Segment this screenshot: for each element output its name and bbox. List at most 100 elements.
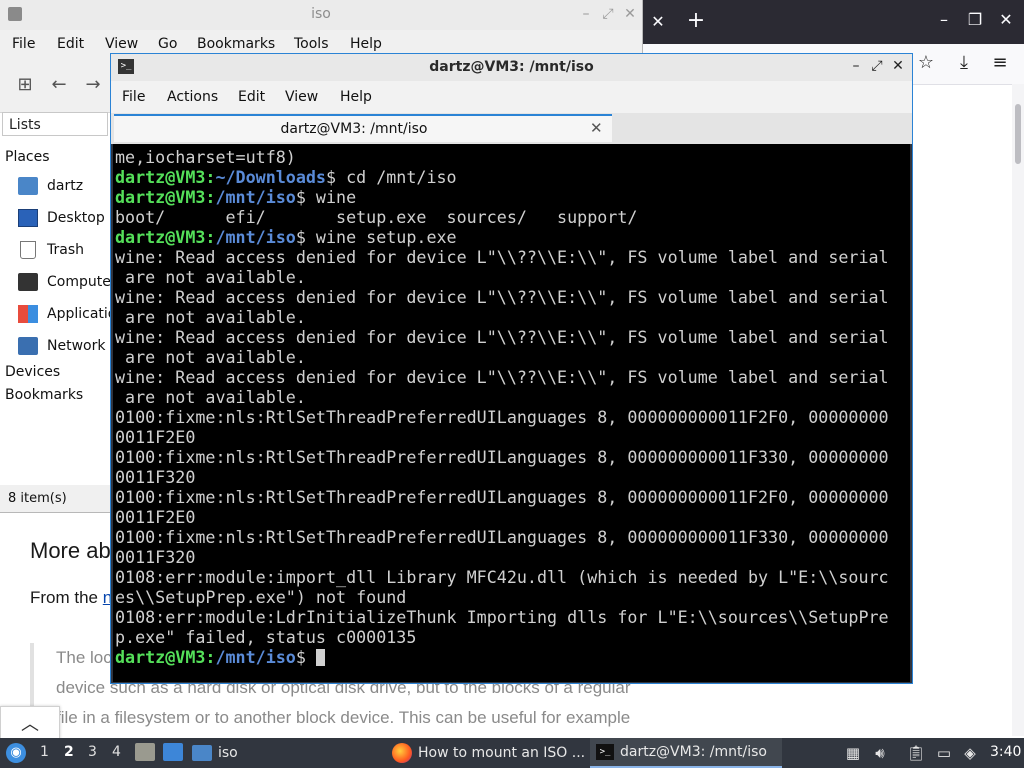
status-bar-text: 8 item(s) [8,491,67,506]
taskbar-task-iso[interactable]: iso [192,738,382,768]
terminal-title: dartz@VM3: /mnt/iso [429,59,594,75]
prompt-command: $ [295,647,316,667]
forward-arrow-icon[interactable]: → [82,74,104,95]
terminal-output-line: 0011F320 [115,547,196,567]
close-icon[interactable]: ✕ [648,12,668,31]
menu-edit[interactable]: Edit [57,36,84,52]
sidebar-item-trash[interactable]: Trash [18,238,84,262]
sidebar-item-desktop[interactable]: Desktop [18,206,105,230]
plus-icon[interactable]: + [684,8,708,33]
menu-actions[interactable]: Actions [167,89,218,105]
file-manager-titlebar[interactable]: iso – ⤢ ✕ [0,0,642,30]
task-label: How to mount an ISO ... [418,745,586,761]
sidebar-item-label: Applicatio [47,306,117,322]
new-window-icon[interactable]: ⊞ [14,74,36,95]
sidebar-item-label: Trash [47,242,84,258]
minimize-icon[interactable]: – [578,6,594,22]
terminal-prompt-line: dartz@VM3:~/Downloads$ cd /mnt/iso [115,167,457,187]
scrollbar-thumb[interactable] [1015,104,1021,164]
terminal-window: >_ dartz@VM3: /mnt/iso – ⤢ ✕ File Action… [110,53,913,684]
clock[interactable]: 3:40 [990,744,1021,760]
close-icon[interactable]: ✕ [590,119,603,137]
sidebar-item-network[interactable]: Network [18,334,105,358]
back-arrow-icon[interactable]: ← [48,74,70,95]
menu-view[interactable]: View [285,89,318,105]
updates-icon[interactable]: ◈ [960,744,980,762]
terminal-prompt-line: dartz@VM3:/mnt/iso$ [115,647,325,667]
menu-help[interactable]: Help [350,36,382,52]
scroll-to-top-button[interactable]: ︿ [0,706,60,740]
menu-file[interactable]: File [12,36,35,52]
trash-icon [20,241,36,259]
maximize-icon[interactable]: ⤢ [600,6,616,22]
minimize-icon[interactable]: – [847,58,865,74]
terminal-output-line: 0100:fixme:nls:RtlSetThreadPreferredUILa… [115,487,889,507]
file-manager-launcher-icon[interactable] [135,743,155,761]
menu-view[interactable]: View [105,36,138,52]
terminal-output-line: 0100:fixme:nls:RtlSetThreadPreferredUILa… [115,407,889,427]
terminal-output-line: wine: Read access denied for device L"\\… [115,327,889,347]
minimize-icon[interactable]: – [932,10,956,29]
quote-line: The loc [56,648,112,667]
maximize-icon[interactable]: ⤢ [868,58,886,74]
terminal-output-line: es\\SetupPrep.exe") not found [115,587,407,607]
sidebar-item-computer[interactable]: Compute [18,270,111,294]
terminal-prompt-line: dartz@VM3:/mnt/iso$ wine [115,187,356,207]
desktop-launcher-icon[interactable] [163,743,183,761]
workspace-4[interactable]: 4 [112,744,121,760]
prompt-separator: : [205,647,216,667]
file-manager-title: iso [311,6,331,22]
workspace-3[interactable]: 3 [88,744,97,760]
download-icon[interactable]: ⤓ [952,52,976,73]
close-icon[interactable]: ✕ [994,10,1018,29]
text-cursor [315,649,325,666]
quote-line: file in a filesystem or to another block… [56,708,631,727]
task-label: dartz@VM3: /mnt/iso [620,744,767,760]
taskbar-task-terminal[interactable]: >_ dartz@VM3: /mnt/iso [590,738,782,768]
computer-icon [18,273,38,291]
terminal-tab[interactable]: dartz@VM3: /mnt/iso ✕ [114,114,612,142]
terminal-output-line: wine: Read access denied for device L"\\… [115,247,889,267]
menu-tools[interactable]: Tools [294,36,329,52]
prompt-path: /mnt/iso [215,227,296,247]
menu-icon[interactable]: ≡ [988,52,1012,73]
sidebar-item-applications[interactable]: Applicatio [18,302,116,326]
trash-tray-icon[interactable]: ▦ [843,744,863,762]
desktop-icon [18,209,38,227]
network-icon [18,337,38,355]
home-folder-icon [18,177,38,195]
close-icon[interactable]: ✕ [889,58,907,74]
clipboard-icon[interactable]: 📋︎ [906,744,926,762]
workspace-2[interactable]: 2 [64,744,74,760]
terminal-output-line: are not available. [115,387,306,407]
terminal-titlebar[interactable]: >_ dartz@VM3: /mnt/iso – ⤢ ✕ [111,54,912,81]
page-scrollbar[interactable] [1012,84,1024,736]
terminal-output-line: wine: Read access denied for device L"\\… [115,367,889,387]
menu-help[interactable]: Help [340,89,372,105]
terminal-output[interactable]: me,iocharset=utf8) dartz@VM3:~/Downloads… [113,144,910,682]
sidebar-section-places: Places [5,149,50,165]
sidebar-mode-select[interactable]: Lists [2,112,108,136]
start-menu-icon[interactable]: ◉ [6,743,26,763]
prompt-separator: : [205,187,216,207]
volume-icon[interactable]: 🔊︎ [870,744,890,762]
menu-go[interactable]: Go [158,36,177,52]
menu-bookmarks[interactable]: Bookmarks [197,36,275,52]
terminal-output-line: 0011F320 [115,467,196,487]
workspace-1[interactable]: 1 [40,744,49,760]
maximize-icon[interactable]: ❐ [963,10,987,29]
terminal-text: me,iocharset=utf8) dartz@VM3:~/Downloads… [115,147,889,667]
close-icon[interactable]: ✕ [622,6,638,22]
sidebar-section-bookmarks: Bookmarks [5,387,84,403]
prompt-path: ~/Downloads [215,167,326,187]
star-icon[interactable]: ☆ [914,52,938,73]
sidebar-section-devices: Devices [5,364,61,380]
menu-file[interactable]: File [122,89,145,105]
article-paragraph: From the n [30,588,112,608]
network-tray-icon[interactable]: ▭ [934,744,954,762]
prompt-separator: : [205,167,216,187]
taskbar-task-firefox[interactable]: How to mount an ISO ... [392,738,587,768]
sidebar-item-dartz[interactable]: dartz [18,174,83,198]
terminal-output-line: p.exe" failed, status c0000135 [115,627,417,647]
menu-edit[interactable]: Edit [238,89,265,105]
